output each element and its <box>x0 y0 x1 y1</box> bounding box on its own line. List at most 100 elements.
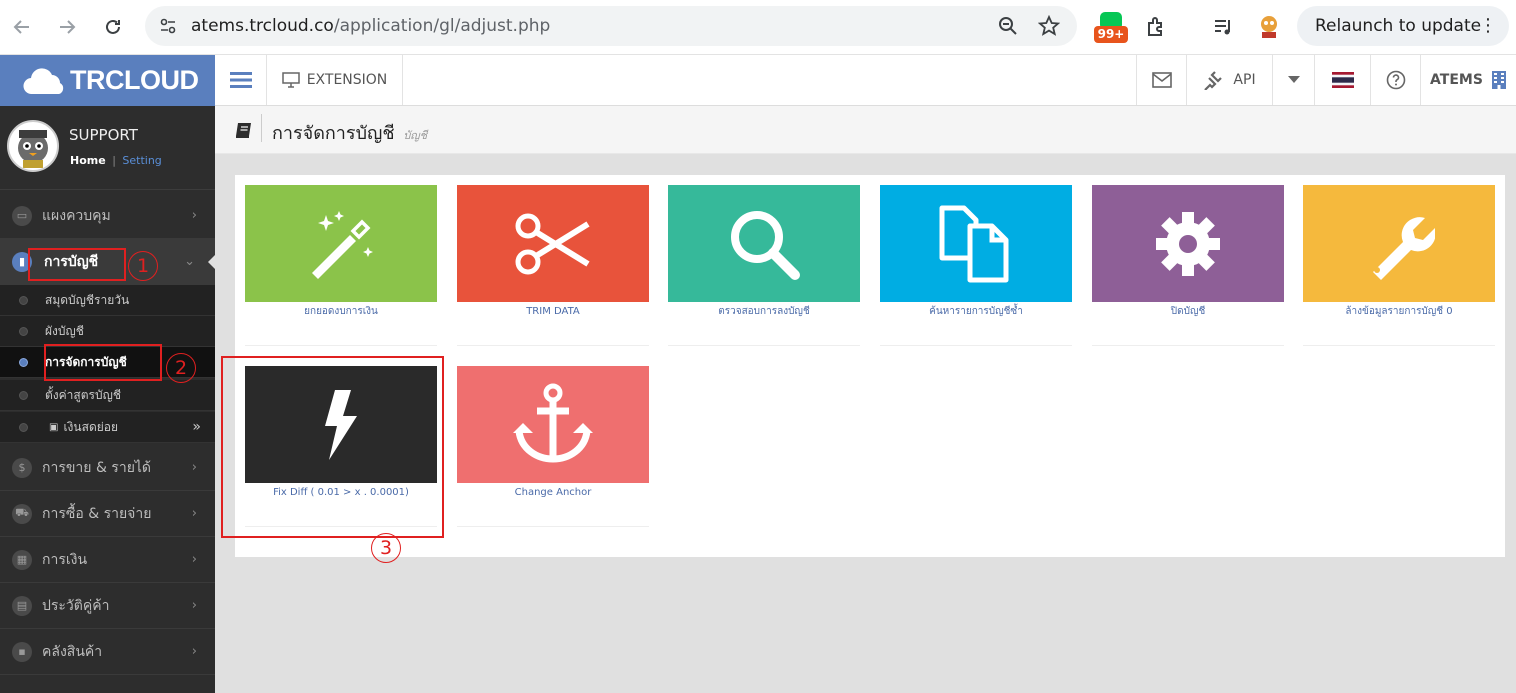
sidebar-subitem-chart-of-accounts[interactable]: ผังบัญชี <box>0 316 215 347</box>
chevron-right-icon: › <box>191 208 197 223</box>
page-title: การจัดการบัญชี บัญชี <box>272 123 428 144</box>
plug-icon <box>1204 71 1223 90</box>
tile-verify-posting[interactable] <box>668 185 860 302</box>
forward-icon[interactable] <box>54 14 80 40</box>
chevron-right-icon: › <box>191 460 197 475</box>
magic-wand-icon <box>312 210 373 279</box>
app-topbar: EXTENSION API ATEMS <box>215 55 1516 106</box>
browser-toolbar: atems.trcloud.co/application/gl/adjust.p… <box>0 0 1516 55</box>
home-link[interactable]: Home <box>70 154 106 167</box>
app-logo[interactable]: TRCLOUD <box>0 55 215 106</box>
chevron-right-icon: › <box>191 552 197 567</box>
tile-clear-zero-entries[interactable] <box>1303 185 1495 302</box>
sidebar-item-label: การซื้อ & รายจ่าย <box>42 505 152 522</box>
language-button[interactable] <box>1314 55 1370 105</box>
company-button[interactable]: ATEMS <box>1420 55 1516 105</box>
contact-icon: ▤ <box>12 595 32 616</box>
scissors-icon <box>515 213 590 274</box>
annotation-box-3 <box>221 356 444 538</box>
anchor-icon <box>513 383 593 463</box>
reload-icon[interactable] <box>100 14 126 40</box>
user-profile: SUPPORT Home | Setting <box>0 106 215 190</box>
api-dropdown-button[interactable] <box>1272 55 1314 105</box>
sidebar-item-sales[interactable]: $ การขาย & รายได้ › <box>0 445 215 491</box>
extension-badge: 99+ <box>1094 26 1128 43</box>
sidebar-subitem-formula-settings[interactable]: ตั้งค่าสูตรบัญชี <box>0 380 215 411</box>
back-icon[interactable] <box>9 14 35 40</box>
title-divider <box>261 114 262 142</box>
active-pointer <box>208 255 215 269</box>
monitor-icon: ▭ <box>12 205 32 226</box>
copy-icon <box>939 205 1009 282</box>
chevron-down-icon: ⌄ <box>184 254 195 269</box>
sidebar-item-finance[interactable]: ▦ การเงิน › <box>0 537 215 583</box>
line-extension-icon[interactable]: 99+ <box>1094 12 1128 44</box>
site-settings-icon[interactable] <box>159 17 177 39</box>
dollar-icon: $ <box>12 457 32 478</box>
tile-label-clear-zero-entries[interactable]: ล้างข้อมูลรายการบัญชี 0 <box>1303 302 1495 346</box>
link-separator: | <box>112 154 116 167</box>
api-button[interactable]: API <box>1186 55 1272 105</box>
extensions-puzzle-icon[interactable] <box>1145 15 1169 43</box>
book-icon <box>236 123 251 138</box>
sidebar-subitem-label: ผังบัญชี <box>45 323 84 338</box>
zoom-icon[interactable] <box>998 16 1018 40</box>
tile-label-close-accounts[interactable]: ปิดบัญชี <box>1092 302 1284 346</box>
logo-text: TRCLOUD <box>70 65 199 95</box>
annotation-box-1 <box>28 248 126 281</box>
tile-label-verify-posting[interactable]: ตรวจสอบการลงบัญชี <box>668 302 860 346</box>
sidebar-item-label: การขาย & รายได้ <box>42 459 152 476</box>
page-subtitle: บัญชี <box>403 129 428 142</box>
sidebar-subitem-journal[interactable]: สมุดบัญชีรายวัน <box>0 285 215 316</box>
avatar[interactable] <box>7 120 59 172</box>
sidebar-subitem-label: สมุดบัญชีรายวัน <box>45 292 130 307</box>
more-menu-icon[interactable]: ⋮ <box>1479 15 1497 36</box>
sidebar-subitem-label: เงินสดย่อย <box>63 419 119 434</box>
calendar-icon: ▦ <box>12 549 32 570</box>
envelope-icon <box>1151 72 1172 88</box>
api-label: API <box>1233 72 1256 88</box>
tile-find-duplicates[interactable] <box>880 185 1072 302</box>
tile-label-find-duplicates[interactable]: ค้นหารายการบัญชีซ้ำ <box>880 302 1072 346</box>
sidebar-item-label: แผงควบคุม <box>42 207 111 224</box>
address-bar[interactable]: atems.trcloud.co/application/gl/adjust.p… <box>145 6 1077 46</box>
media-controls-icon[interactable] <box>1212 15 1236 43</box>
sidebar-item-purchase[interactable]: ⛟ การซื้อ & รายจ่าย › <box>0 491 215 537</box>
help-button[interactable] <box>1370 55 1420 105</box>
bookmark-star-icon[interactable] <box>1037 14 1061 41</box>
sidebar: SUPPORT Home | Setting ▭ แผงควบคุม › ▮ ก… <box>0 106 215 693</box>
chevron-right-icon: › <box>191 598 197 613</box>
annotation-box-2 <box>44 344 162 381</box>
cubes-icon: ▪ <box>12 641 32 662</box>
sidebar-subitem-petty-cash[interactable]: ▣ เงินสดย่อย » <box>0 412 215 443</box>
tile-label-carry-forward[interactable]: ยกยอดงบการเงิน <box>245 302 437 346</box>
tile-close-accounts[interactable] <box>1092 185 1284 302</box>
sidebar-item-label: คลังสินค้า <box>42 643 103 660</box>
profile-avatar-icon[interactable] <box>1256 12 1282 44</box>
annotation-step-3: 3 <box>371 533 401 563</box>
relaunch-button[interactable]: Relaunch to update ⋮ <box>1297 6 1509 46</box>
setting-link[interactable]: Setting <box>122 154 161 167</box>
cart-icon: ⛟ <box>12 503 32 524</box>
company-label: ATEMS <box>1430 72 1483 88</box>
tile-label-trim-data[interactable]: TRIM DATA <box>457 302 649 346</box>
tile-change-anchor[interactable] <box>457 366 649 483</box>
tile-carry-forward[interactable] <box>245 185 437 302</box>
bullet-dot <box>19 357 28 367</box>
sidebar-item-dashboard[interactable]: ▭ แผงควบคุม › <box>0 193 215 239</box>
menu-toggle-button[interactable] <box>215 55 267 105</box>
question-circle-icon <box>1386 70 1405 90</box>
sidebar-item-inventory[interactable]: ▪ คลังสินค้า › <box>0 629 215 675</box>
sidebar-item-partners[interactable]: ▤ ประวัติคู่ค้า › <box>0 583 215 629</box>
tile-label-change-anchor[interactable]: Change Anchor <box>457 483 649 527</box>
url-text: atems.trcloud.co/application/gl/adjust.p… <box>191 16 551 36</box>
tile-trim-data[interactable] <box>457 185 649 302</box>
extension-button[interactable]: EXTENSION <box>267 55 403 105</box>
search-icon <box>731 210 800 280</box>
mail-button[interactable] <box>1136 55 1186 105</box>
extension-label: EXTENSION <box>306 72 388 88</box>
cloud-icon <box>23 67 64 94</box>
sidebar-item-label: ประวัติคู่ค้า <box>42 597 110 614</box>
caret-down-icon <box>1287 76 1300 83</box>
user-name: SUPPORT <box>69 126 138 144</box>
